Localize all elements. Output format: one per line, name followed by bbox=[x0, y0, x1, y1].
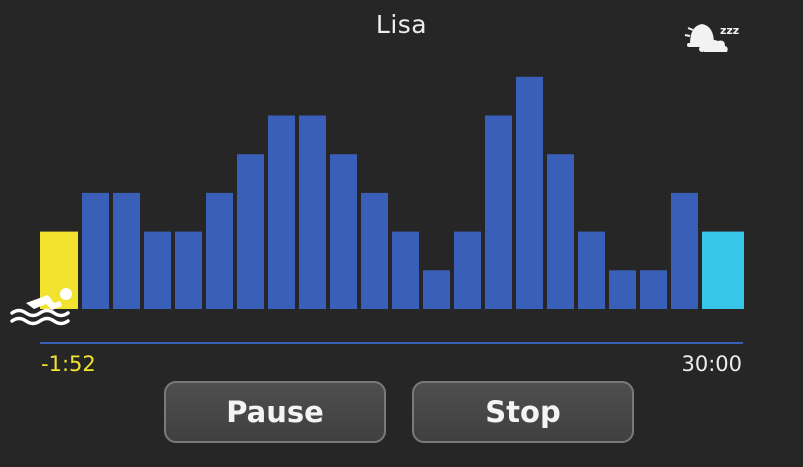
activity-bar bbox=[299, 115, 326, 309]
activity-bar bbox=[485, 115, 512, 309]
timeline-axis bbox=[40, 342, 743, 344]
activity-bar bbox=[671, 192, 698, 309]
stop-button[interactable]: Stop bbox=[412, 381, 634, 443]
activity-bar bbox=[392, 231, 419, 309]
activity-bar bbox=[206, 192, 233, 309]
activity-bar bbox=[578, 231, 605, 309]
activity-bar bbox=[144, 231, 171, 309]
activity-bar bbox=[268, 115, 295, 309]
elapsed-time-label: -1:52 bbox=[41, 352, 96, 376]
activity-bar bbox=[237, 154, 264, 309]
activity-bar bbox=[361, 192, 388, 309]
activity-bar bbox=[516, 76, 543, 309]
activity-bar bbox=[609, 270, 636, 309]
activity-bar bbox=[330, 154, 357, 309]
activity-bar-chart bbox=[40, 76, 744, 309]
activity-bar bbox=[702, 231, 744, 309]
activity-bar bbox=[640, 270, 667, 309]
activity-bar bbox=[175, 231, 202, 309]
activity-bar bbox=[82, 192, 109, 309]
swimmer-icon bbox=[10, 288, 72, 326]
activity-bar bbox=[423, 270, 450, 309]
activity-bar bbox=[454, 231, 481, 309]
pause-button[interactable]: Pause bbox=[164, 381, 386, 443]
activity-bar bbox=[547, 154, 574, 309]
activity-bar bbox=[113, 192, 140, 309]
total-time-label: 30:00 bbox=[681, 352, 742, 376]
swim-timer-screen: Lisa zzz -1:52 30:00 Pause Stop bbox=[0, 0, 803, 467]
